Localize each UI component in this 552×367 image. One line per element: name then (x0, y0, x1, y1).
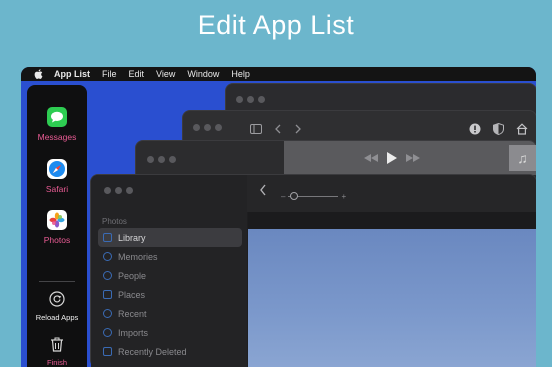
window-controls[interactable] (236, 96, 265, 103)
menu-bar: App List File Edit View Window Help (21, 67, 536, 81)
sidebar-item-label: People (118, 270, 147, 281)
menu-app-name[interactable]: App List (54, 69, 90, 79)
home-icon[interactable] (516, 123, 528, 135)
back-icon[interactable] (274, 124, 282, 134)
library-icon (103, 233, 112, 242)
sidebar-item-imports[interactable]: Imports (98, 323, 242, 342)
headline: Edit App List (197, 10, 355, 40)
dock-app-safari[interactable]: Safari (27, 159, 87, 194)
zoom-out-icon[interactable]: – (281, 192, 285, 201)
zoom-in-icon[interactable]: + (341, 192, 346, 201)
sidebar-item-recent[interactable]: Recent (98, 304, 242, 323)
photos-sidebar-list: Library Memories People Places Recent Im… (98, 228, 242, 361)
photos-window[interactable]: Photos Library Memories People Places Re… (91, 175, 536, 367)
dock-app-messages[interactable]: Messages (27, 107, 87, 142)
menu-edit[interactable]: Edit (129, 69, 145, 79)
memories-icon (103, 252, 112, 261)
sidebar-item-places[interactable]: Places (98, 285, 242, 304)
dock-app-label: Photos (43, 235, 71, 245)
forward-icon[interactable] (294, 124, 302, 134)
places-icon (103, 290, 112, 299)
apple-icon[interactable] (33, 68, 45, 80)
sidebar-section-title: Photos (102, 217, 127, 226)
window-controls[interactable] (193, 124, 222, 131)
privacy-report-icon[interactable] (469, 123, 481, 135)
trash-icon (48, 335, 66, 353)
sidebar-toggle-icon[interactable] (250, 124, 262, 134)
shield-icon[interactable] (493, 123, 504, 135)
sidebar-item-label: Memories (118, 251, 158, 262)
sidebar-item-label: Recently Deleted (118, 346, 187, 357)
sidebar-item-recently-deleted[interactable]: Recently Deleted (98, 342, 242, 361)
finish-button[interactable]: Finish (27, 335, 87, 367)
menu-view[interactable]: View (156, 69, 175, 79)
play-icon[interactable] (387, 152, 397, 164)
music-note-icon: ♫ (509, 145, 536, 171)
app-dock: Messages Safari Photos Reload Apps Finis… (27, 85, 87, 367)
reload-apps-button[interactable]: Reload Apps (27, 290, 87, 322)
rewind-icon[interactable] (364, 154, 378, 162)
dock-app-photos[interactable]: Photos (27, 210, 87, 245)
sidebar-item-label: Recent (118, 308, 147, 319)
imports-icon (103, 328, 112, 337)
reload-apps-label: Reload Apps (35, 313, 79, 322)
menu-file[interactable]: File (102, 69, 117, 79)
mac-screen: App List File Edit View Window Help ♫ Ph… (21, 67, 536, 367)
sidebar-item-people[interactable]: People (98, 266, 242, 285)
dock-app-label: Safari (45, 184, 69, 194)
recent-icon (103, 309, 112, 318)
zoom-slider[interactable]: – + (281, 192, 346, 201)
photos-sidebar: Photos Library Memories People Places Re… (91, 175, 247, 367)
window-controls[interactable] (104, 187, 133, 194)
finish-label: Finish (46, 358, 67, 367)
menu-help[interactable]: Help (231, 69, 250, 79)
sidebar-item-memories[interactable]: Memories (98, 247, 242, 266)
zoom-track[interactable] (288, 192, 339, 200)
sidebar-item-label: Imports (118, 327, 149, 338)
sidebar-item-label: Library (118, 232, 146, 243)
photo-header-strip (248, 212, 536, 229)
sidebar-item-label: Places (118, 289, 146, 300)
window-controls[interactable] (147, 156, 176, 163)
zoom-knob[interactable] (290, 192, 299, 200)
people-icon (103, 271, 112, 280)
dock-separator (39, 281, 75, 282)
dock-app-label: Messages (37, 132, 77, 142)
fast-forward-icon[interactable] (406, 154, 420, 162)
safari-icon (47, 159, 67, 179)
trash-icon (103, 347, 112, 356)
sidebar-item-library[interactable]: Library (98, 228, 242, 247)
reload-icon (48, 290, 66, 308)
back-icon[interactable] (259, 184, 267, 196)
menu-window[interactable]: Window (187, 69, 219, 79)
messages-icon (47, 107, 67, 127)
photos-icon (47, 210, 67, 230)
music-player-bar: ♫ (284, 141, 536, 175)
photos-toolbar: – + (247, 175, 536, 212)
photo-preview[interactable] (248, 229, 536, 367)
